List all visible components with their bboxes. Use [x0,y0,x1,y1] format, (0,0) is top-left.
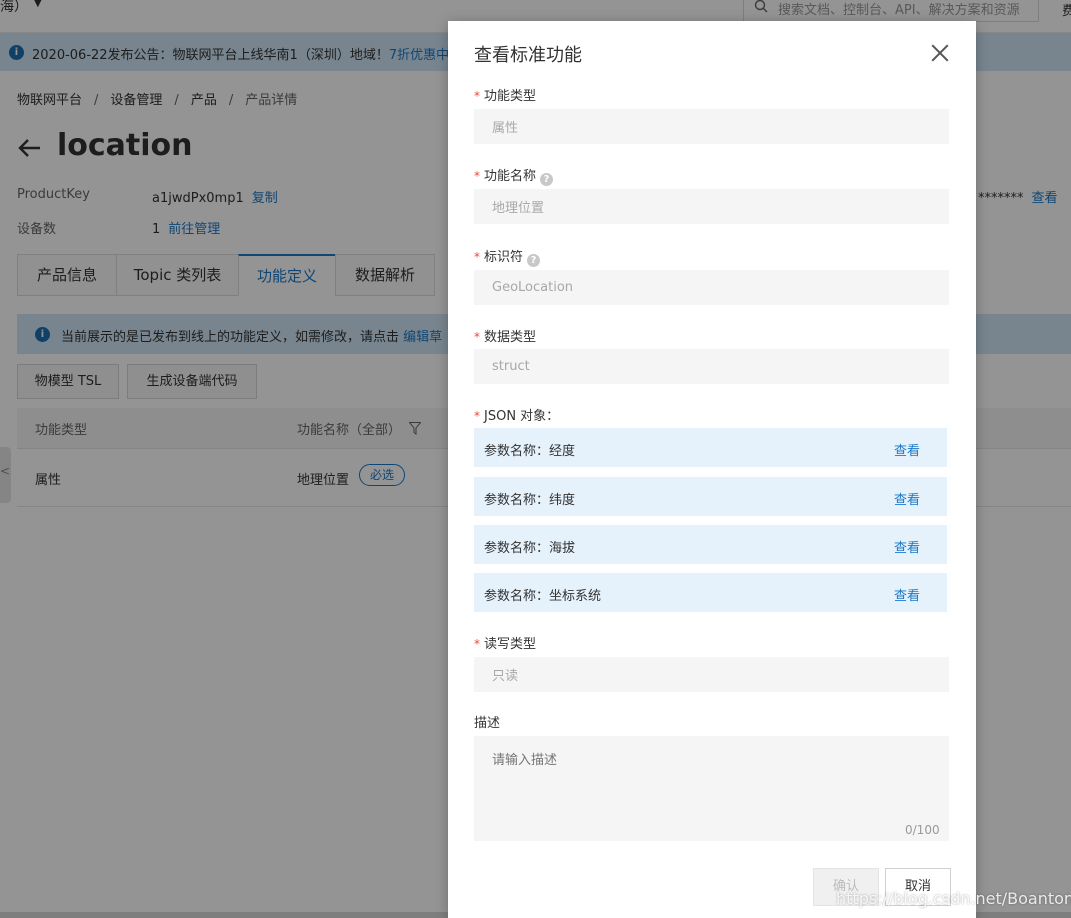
view-standard-function-dialog: 查看标准功能 *功能类型 *功能名称? *标识符? *数据类型 *JSON 对象… [448,21,976,918]
function-type-field[interactable] [474,109,949,144]
param-name-altitude: 参数名称：海拔 [484,541,576,556]
view-param-link[interactable]: 查看 [894,537,920,556]
label-function-type: * 功能类型 [474,89,537,104]
help-icon[interactable]: ? [527,254,541,267]
view-param-link[interactable]: 查看 [894,489,920,508]
close-icon[interactable] [930,43,950,63]
param-name-longitude: 参数名称：经度 [484,444,576,459]
watermark-text: https://blog.csdn.net/Boantong_ [836,889,1071,908]
json-param-row: 参数名称：纬度 查看 [474,477,947,516]
required-mark: * [474,409,480,423]
view-param-link[interactable]: 查看 [894,585,920,604]
label-description: 描述 [474,716,501,731]
label-function-name: * 功能名称? [474,165,554,186]
label-rw-type: * 读写类型 [474,637,537,652]
param-name-latitude: 参数名称：纬度 [484,493,576,508]
char-counter: 0/100 [905,823,940,837]
required-mark: * [474,89,480,103]
param-name-coordinate-system: 参数名称：坐标系统 [484,589,602,604]
rw-type-field[interactable] [474,657,949,692]
help-icon[interactable]: ? [540,173,554,186]
view-param-link[interactable]: 查看 [894,440,920,459]
required-mark: * [474,169,480,183]
label-identifier: * 标识符? [474,246,541,267]
json-param-row: 参数名称：坐标系统 查看 [474,573,947,612]
description-textarea[interactable] [474,736,949,841]
identifier-field[interactable] [474,270,949,305]
data-type-field[interactable] [474,349,949,384]
dialog-title: 查看标准功能 [474,45,582,66]
label-json-object: * JSON 对象： [474,409,560,424]
label-data-type: * 数据类型 [474,330,537,345]
json-param-row: 参数名称：海拔 查看 [474,525,947,564]
required-mark: * [474,330,480,344]
function-name-field[interactable] [474,189,949,224]
required-mark: * [474,250,480,264]
required-mark: * [474,637,480,651]
json-param-row: 参数名称：经度 查看 [474,428,947,467]
